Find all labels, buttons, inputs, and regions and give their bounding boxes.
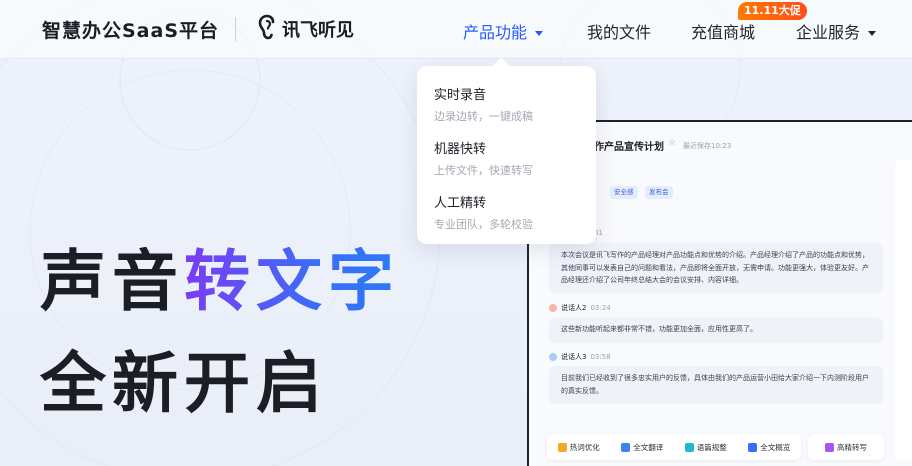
dropdown-item-title: 人工精转 [434,196,487,211]
star-icon: ☆ [668,138,677,148]
app-preview-side-panel [895,160,912,460]
dropdown-item-desc: 专业团队，多轮校验 [434,218,533,231]
preview-transcript-segment: 本次会议是讯飞写作的产品经理对产品功能点和优势的介绍。产品经理介绍了产品的功能点… [549,243,883,293]
hq-transcribe-inner: 高精转写 [825,442,867,453]
toolbar-label: 全文翻译 [633,442,664,452]
preview-doc-title: 作产品宣传计划 [594,142,664,153]
hotword-icon [557,442,567,452]
avatar [549,353,557,361]
chevron-down-icon [535,31,544,36]
avatar [549,304,557,312]
dropdown-item-human-transcribe[interactable]: 人工精转 专业团队，多轮校验 [434,192,533,232]
full-overview-button[interactable]: 全文概览 [748,442,790,453]
nav-my-files[interactable]: 我的文件 [587,19,651,43]
dropdown-item-desc: 上传文件，快速转写 [434,164,533,177]
hero-line1-accent: 转文字 [184,243,400,320]
nav-label: 产品功能 [463,23,528,42]
hotword-optimize-button[interactable]: 热词优化 [557,442,600,453]
segment-time: 03:58 [590,353,611,361]
logo-text: 讯飞听见 [282,20,354,41]
preview-tag: 安全感 [610,186,638,199]
hq-icon [825,442,834,452]
hero-headline-line2: 全新开启 [40,345,328,422]
preview-speaker: 说话人2 03:24 [549,303,611,313]
ear-logo-icon [258,14,278,44]
full-translate-button[interactable]: 全文翻译 [621,442,663,453]
dropdown-item-desc: 边录边转，一键成稿 [434,110,533,123]
chevron-down-icon [868,31,877,36]
preview-toolbar: 热词优化 全文翻译 语篇规整 全文概览 [547,434,801,460]
nav-recharge-mall[interactable]: 充值商城 [691,19,755,43]
dropdown-item-title: 实时录音 [434,88,487,103]
hq-transcribe-button[interactable]: 高精转写 [808,434,884,460]
brand-title[interactable]: 智慧办公SaaS平台 [42,16,219,43]
nav-label: 我的文件 [587,23,652,42]
toolbar-label: 语篇规整 [696,442,727,452]
hero-line1-prefix: 声音 [40,243,184,320]
translate-icon [621,442,631,452]
speaker-name: 说话人3 [561,353,587,361]
segment-time: 03:24 [590,304,611,312]
toolbar-label: 热词优化 [569,442,600,452]
nav-label: 企业服务 [796,23,861,42]
brand-divider [235,17,236,41]
preview-tag: 发布会 [645,186,673,199]
nav-product-features[interactable]: 产品功能 [463,19,544,43]
top-header: 智慧办公SaaS平台 讯飞听见 产品功能 我的文件 充值商城 11.11大促 企… [0,0,912,58]
preview-speaker: 说话人3 03:58 [549,352,611,362]
text-format-button[interactable]: 语篇规整 [684,442,727,453]
speaker-name: 说话人2 [561,304,587,312]
overview-icon [748,442,758,452]
hero-headline-line1: 声音转文字 [40,228,400,324]
format-icon [684,442,694,452]
dropdown-item-machine-transcribe[interactable]: 机器快转 上传文件，快速转写 [434,138,533,178]
iflyrec-logo[interactable]: 讯飞听见 [258,14,354,44]
nav-label: 充值商城 [691,23,756,42]
dropdown-item-realtime-recording[interactable]: 实时录音 边录边转，一键成稿 [434,84,533,124]
preview-transcript-segment: 这些新功能听起来都非常不错，功能更加全面，应用性更高了。 [549,317,883,343]
promo-badge[interactable]: 11.11大促 [738,2,807,20]
toolbar-label: 高精转写 [837,442,867,452]
nav-enterprise-services[interactable]: 企业服务 [796,19,877,43]
product-features-dropdown: 实时录音 边录边转，一键成稿 机器快转 上传文件，快速转写 人工精转 专业团队，… [417,66,596,244]
preview-transcript-segment: 目前我们已经收到了很多忠实用户的反馈，具体由我们的产品运营小田给大家介绍一下内测… [549,366,883,404]
preview-saved-time: 最近保存10:23 [683,142,732,150]
toolbar-label: 全文概览 [760,442,791,452]
dropdown-item-title: 机器快转 [434,142,487,157]
